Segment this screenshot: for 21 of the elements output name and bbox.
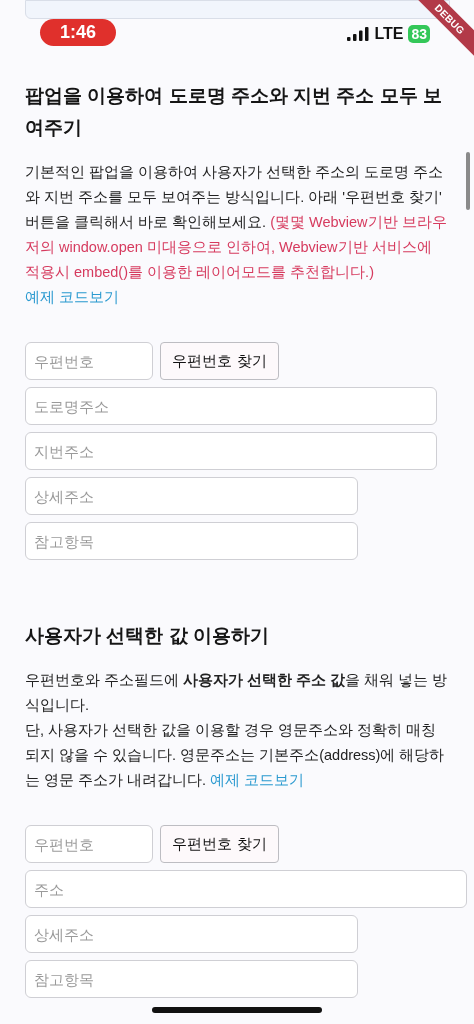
input-field[interactable]: 주소 (25, 870, 467, 908)
battery-indicator: 83 (408, 25, 430, 43)
scrollbar (466, 152, 470, 210)
description-text: 기본적인 팝업을 이용하여 사용자가 선택한 주소의 도로명 주소와 지번 주소를 모두 보여주는 방식입니다. 아래 '우편번호 찾기' 버튼을 클릭해서 바로 확인해보세요. (몇몇 Webview기반 브라우저의 window.open 미대응으로 인하여, Webview기반 서비스에 적용시 embed()를 이용한 레이어모드를 추천합니다.) (25, 163, 448, 282)
input-field[interactable]: 참고항목 (25, 522, 358, 560)
input-field[interactable]: 참고항목 (25, 960, 358, 998)
status-time: 1:46 (40, 18, 117, 46)
section-title: 사용자가 선택한 값 이용하기 (25, 624, 270, 648)
description-text: 단, 사용자가 선택한 값을 이용할 경우 영문주소와 정확히 매칭되지 않을 수 있습니다. 영문주소는 기본주소(address)에 해당하는 영문 주소가 내려갑니다. 예제 코드보기 (25, 721, 446, 790)
zipcode-search-button[interactable]: 우편번호 찾기 (160, 825, 279, 863)
network-label: LTE (374, 24, 404, 44)
section-title: 팝업을 이용하여 도로명 주소와 지번 주소 모두 보여주기 (25, 84, 443, 140)
input-field[interactable]: 우편번호 (25, 825, 153, 863)
input-field[interactable]: 우편번호 (25, 342, 153, 380)
input-field[interactable]: 지번주소 (25, 432, 437, 470)
input-field[interactable]: 도로명주소 (25, 387, 437, 425)
zipcode-search-button[interactable]: 우편번호 찾기 (160, 342, 279, 380)
signal-icon (347, 27, 370, 41)
input-field[interactable]: 상세주소 (25, 477, 358, 515)
description-text: 우편번호와 주소필드에 사용자가 선택한 주소 값을 채워 넣는 방식입니다. (25, 671, 449, 715)
input-field[interactable]: 상세주소 (25, 915, 358, 953)
